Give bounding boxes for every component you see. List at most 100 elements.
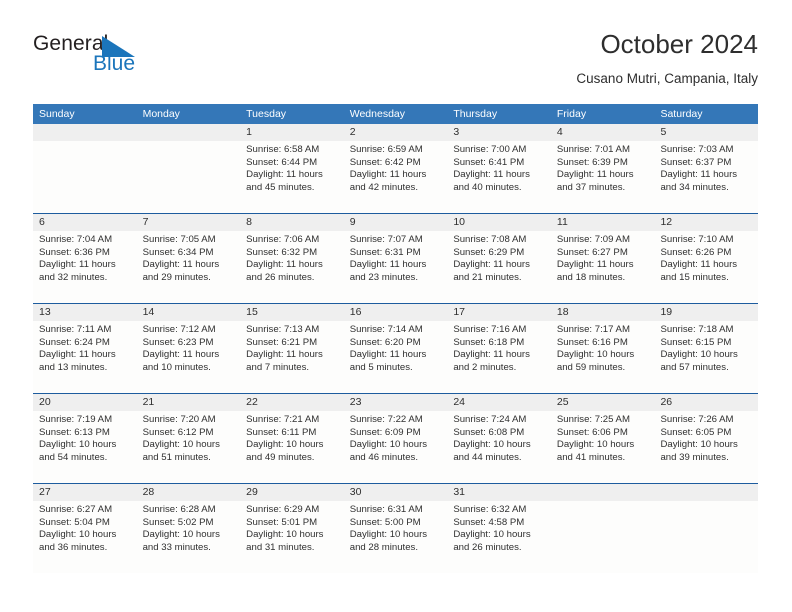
day-number[interactable]: 29: [240, 484, 344, 501]
calendar-week-row: 13 14 15 16 17 18 19 Sunrise: 7:11 AM Sunset: 6:…: [33, 303, 758, 393]
day-number[interactable]: 11: [551, 214, 655, 231]
sunrise-text: Sunrise: 7:21 AM: [246, 414, 320, 425]
day-cell[interactable]: Sunrise: 7:00 AM Sunset: 6:41 PM Daylight:…: [447, 141, 551, 213]
day-number[interactable]: 4: [551, 124, 655, 141]
day-number[interactable]: 7: [137, 214, 241, 231]
week-detail-band: Sunrise: 7:11 AM Sunset: 6:24 PM Daylight:…: [33, 321, 758, 393]
daylight-text: Daylight: 10 hours and 57 minutes.: [660, 349, 738, 373]
daylight-text: Daylight: 11 hours and 23 minutes.: [349, 259, 427, 283]
daylight-text: Daylight: 10 hours and 31 minutes.: [246, 529, 324, 553]
day-cell[interactable]: Sunrise: 6:31 AM Sunset: 5:00 PM Daylight:…: [344, 501, 448, 573]
day-cell[interactable]: Sunrise: 7:09 AM Sunset: 6:27 PM Daylight:…: [551, 231, 655, 303]
day-cell[interactable]: Sunrise: 7:25 AM Sunset: 6:06 PM Daylight:…: [551, 411, 655, 483]
day-cell[interactable]: Sunrise: 7:13 AM Sunset: 6:21 PM Daylight:…: [240, 321, 344, 393]
daylight-text: Daylight: 10 hours and 46 minutes.: [349, 439, 428, 463]
week-detail-band: Sunrise: 7:04 AM Sunset: 6:36 PM Daylight:…: [33, 231, 758, 303]
day-cell[interactable]: Sunrise: 7:08 AM Sunset: 6:29 PM Daylight:…: [447, 231, 551, 303]
sunset-text: Sunset: 6:12 PM: [142, 426, 214, 438]
day-number[interactable]: 18: [551, 304, 655, 321]
sunrise-text: Sunrise: 7:14 AM: [349, 324, 423, 335]
sunrise-text: Sunrise: 7:01 AM: [556, 144, 630, 155]
week-daynumber-band: 12345: [33, 124, 758, 141]
day-number[interactable]: 17: [447, 304, 551, 321]
daylight-text: Daylight: 11 hours and 7 minutes.: [246, 349, 323, 373]
day-cell[interactable]: Sunrise: 7:22 AM Sunset: 6:09 PM Daylight:…: [344, 411, 448, 483]
sunrise-text: Sunrise: 6:59 AM: [349, 144, 423, 155]
day-cell[interactable]: Sunrise: 7:17 AM Sunset: 6:16 PM Daylight:…: [551, 321, 655, 393]
sunrise-text: Sunrise: 7:06 AM: [246, 234, 320, 245]
week-detail-band: Sunrise: 6:27 AM Sunset: 5:04 PM Daylight:…: [33, 501, 758, 573]
day-cell[interactable]: Sunrise: 7:20 AM Sunset: 6:12 PM Daylight:…: [137, 411, 241, 483]
day-number[interactable]: 9: [344, 214, 448, 231]
daylight-text: Daylight: 11 hours and 29 minutes.: [142, 259, 220, 283]
sunset-text: Sunset: 6:42 PM: [349, 156, 421, 168]
day-cell[interactable]: Sunrise: 7:14 AM Sunset: 6:20 PM Daylight:…: [344, 321, 448, 393]
day-number[interactable]: 13: [33, 304, 137, 321]
day-number[interactable]: 28: [137, 484, 241, 501]
day-cell[interactable]: Sunrise: 7:24 AM Sunset: 6:08 PM Daylight:…: [447, 411, 551, 483]
day-number[interactable]: 10: [447, 214, 551, 231]
sunset-text: Sunset: 6:31 PM: [349, 246, 421, 258]
calendar-week-row: 6 7 8 9 10 11 12 Sunrise: 7:04 AM Sunset: 6:36 P…: [33, 213, 758, 303]
day-cell[interactable]: Sunrise: 7:18 AM Sunset: 6:15 PM Daylight:…: [654, 321, 758, 393]
day-cell[interactable]: Sunrise: 7:03 AM Sunset: 6:37 PM Daylight:…: [654, 141, 758, 213]
day-number[interactable]: 30: [344, 484, 448, 501]
day-cell[interactable]: Sunrise: 7:05 AM Sunset: 6:34 PM Daylight:…: [137, 231, 241, 303]
day-number[interactable]: 14: [137, 304, 241, 321]
day-number[interactable]: 1: [240, 124, 344, 141]
daylight-text: Daylight: 10 hours and 54 minutes.: [39, 439, 117, 463]
sunrise-text: Sunrise: 7:09 AM: [556, 234, 630, 245]
day-number-empty: [654, 484, 758, 501]
daylight-text: Daylight: 11 hours and 2 minutes.: [453, 349, 530, 373]
day-cell[interactable]: Sunrise: 7:01 AM Sunset: 6:39 PM Daylight:…: [551, 141, 655, 213]
day-number[interactable]: 20: [33, 394, 137, 411]
day-cell[interactable]: Sunrise: 7:26 AM Sunset: 6:05 PM Daylight:…: [654, 411, 758, 483]
day-cell[interactable]: Sunrise: 6:29 AM Sunset: 5:01 PM Daylight:…: [240, 501, 344, 573]
day-number[interactable]: 21: [137, 394, 241, 411]
day-number[interactable]: 19: [654, 304, 758, 321]
sunset-text: Sunset: 6:32 PM: [246, 246, 318, 258]
sunrise-text: Sunrise: 7:07 AM: [349, 234, 423, 245]
day-cell[interactable]: Sunrise: 7:21 AM Sunset: 6:11 PM Daylight:…: [240, 411, 344, 483]
calendar-page: General Blue October 2024 Cusano Mutri, …: [0, 0, 792, 612]
sunrise-text: Sunrise: 7:11 AM: [39, 324, 112, 335]
sunrise-text: Sunrise: 6:31 AM: [349, 504, 423, 515]
day-number[interactable]: 5: [654, 124, 758, 141]
day-number[interactable]: 26: [654, 394, 758, 411]
sunrise-text: Sunrise: 7:10 AM: [660, 234, 734, 245]
day-number[interactable]: 23: [344, 394, 448, 411]
day-number[interactable]: 6: [33, 214, 137, 231]
day-number[interactable]: 31: [447, 484, 551, 501]
daylight-text: Daylight: 11 hours and 40 minutes.: [453, 169, 530, 193]
day-number[interactable]: 8: [240, 214, 344, 231]
day-number[interactable]: 2: [344, 124, 448, 141]
day-cell[interactable]: Sunrise: 6:59 AM Sunset: 6:42 PM Daylight:…: [344, 141, 448, 213]
day-number[interactable]: 24: [447, 394, 551, 411]
day-number[interactable]: 16: [344, 304, 448, 321]
day-number[interactable]: 12: [654, 214, 758, 231]
day-cell[interactable]: Sunrise: 6:58 AM Sunset: 6:44 PM Daylight:…: [240, 141, 344, 213]
day-cell[interactable]: Sunrise: 7:19 AM Sunset: 6:13 PM Daylight:…: [33, 411, 137, 483]
day-cell[interactable]: Sunrise: 7:16 AM Sunset: 6:18 PM Daylight:…: [447, 321, 551, 393]
day-number[interactable]: 25: [551, 394, 655, 411]
daylight-text: Daylight: 11 hours and 32 minutes.: [39, 259, 116, 283]
day-cell[interactable]: Sunrise: 6:28 AM Sunset: 5:02 PM Daylight:…: [137, 501, 241, 573]
day-cell[interactable]: Sunrise: 7:11 AM Sunset: 6:24 PM Daylight:…: [33, 321, 137, 393]
day-cell[interactable]: Sunrise: 7:12 AM Sunset: 6:23 PM Daylight:…: [137, 321, 241, 393]
day-cell[interactable]: Sunrise: 6:27 AM Sunset: 5:04 PM Daylight:…: [33, 501, 137, 573]
day-cell[interactable]: Sunrise: 7:04 AM Sunset: 6:36 PM Daylight:…: [33, 231, 137, 303]
day-number-empty: [137, 124, 241, 141]
general-blue-logo[interactable]: General Blue: [33, 32, 233, 88]
day-cell[interactable]: Sunrise: 7:07 AM Sunset: 6:31 PM Daylight:…: [344, 231, 448, 303]
sunrise-text: Sunrise: 6:32 AM: [453, 504, 527, 515]
day-number[interactable]: 27: [33, 484, 137, 501]
day-number[interactable]: 22: [240, 394, 344, 411]
day-cell[interactable]: Sunrise: 7:06 AM Sunset: 6:32 PM Daylight:…: [240, 231, 344, 303]
day-cell[interactable]: Sunrise: 7:10 AM Sunset: 6:26 PM Daylight:…: [654, 231, 758, 303]
day-number[interactable]: 3: [447, 124, 551, 141]
week-detail-band: Sunrise: 7:19 AM Sunset: 6:13 PM Daylight:…: [33, 411, 758, 483]
day-number[interactable]: 15: [240, 304, 344, 321]
day-cell[interactable]: Sunrise: 6:32 AM Sunset: 4:58 PM Daylight:…: [447, 501, 551, 573]
page-header: General Blue October 2024 Cusano Mutri, …: [33, 28, 758, 98]
daylight-text: Daylight: 10 hours and 59 minutes.: [556, 349, 635, 373]
